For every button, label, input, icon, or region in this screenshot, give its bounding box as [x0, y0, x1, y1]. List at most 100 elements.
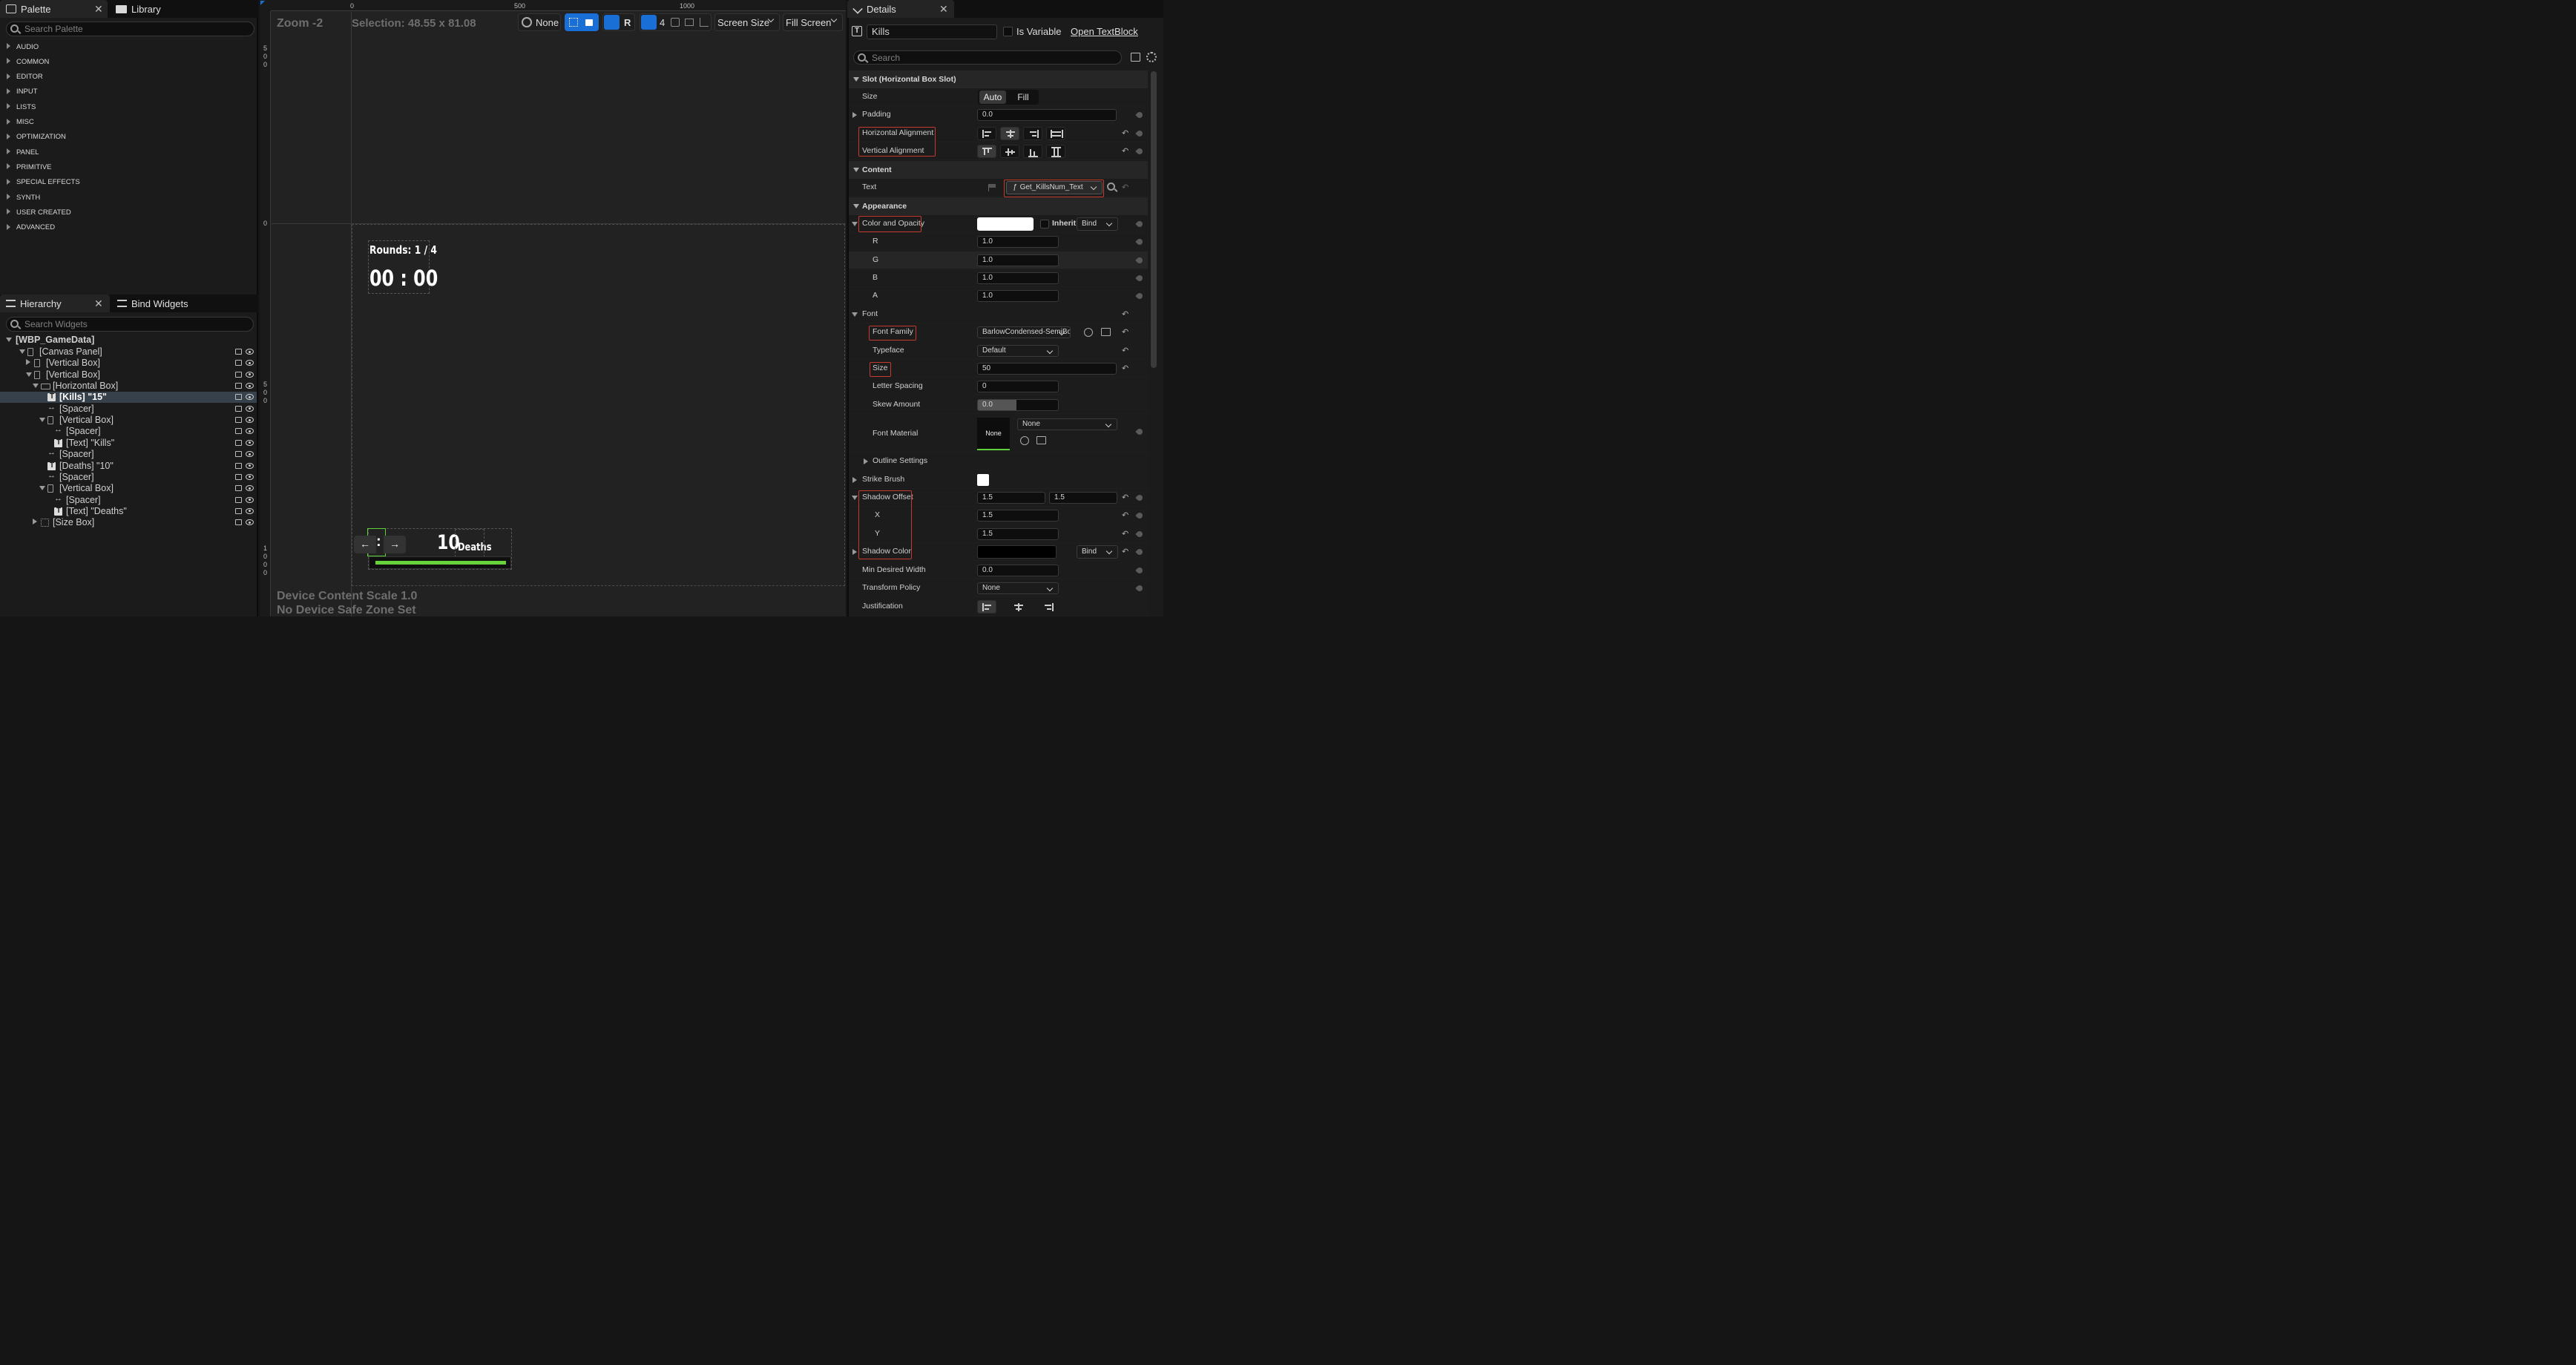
align-top-icon[interactable]: [977, 145, 996, 158]
palette-category-primitive[interactable]: PRIMITIVE: [0, 159, 257, 174]
font-size-input[interactable]: 50: [977, 363, 1117, 375]
palette-category-editor[interactable]: EDITOR: [0, 70, 257, 85]
hierarchy-item[interactable]: ↔ [Spacer]: [0, 494, 257, 506]
eye-icon[interactable]: [246, 417, 254, 424]
shadow-offset-y-input[interactable]: 1.5: [1049, 492, 1117, 504]
designer-viewport[interactable]: 0 500 1000 5 0 0 0 5 0 0 1 0 0 0 Zoom -2…: [260, 0, 846, 616]
reset-arrow-icon[interactable]: ↶: [1122, 493, 1128, 502]
search-icon[interactable]: [1107, 182, 1115, 191]
letter-spacing-input[interactable]: 0: [977, 381, 1059, 392]
lock-icon[interactable]: [235, 349, 242, 355]
expand-arrow-icon[interactable]: [39, 418, 45, 423]
shadow-bind-dropdown[interactable]: Bind: [1077, 545, 1118, 559]
eye-icon[interactable]: [246, 507, 254, 514]
section-appearance[interactable]: Appearance: [849, 197, 1148, 215]
palette-category-input[interactable]: INPUT: [0, 85, 257, 99]
section-slot[interactable]: Slot (Horizontal Box Slot): [849, 70, 1148, 88]
reset-arrow-icon[interactable]: ↶: [1122, 327, 1128, 337]
snap-toggle-group[interactable]: [565, 13, 599, 31]
pin-icon[interactable]: [1135, 427, 1144, 436]
hierarchy-item[interactable]: [Size Box]: [0, 517, 257, 528]
pin-icon[interactable]: [1135, 547, 1144, 556]
eye-icon[interactable]: [246, 360, 254, 366]
skew-amount-slider[interactable]: 0.0: [977, 399, 1059, 411]
widget-name-input[interactable]: Kills: [867, 24, 997, 39]
hierarchy-item[interactable]: [Vertical Box]: [0, 369, 257, 381]
lock-icon[interactable]: [235, 394, 242, 401]
expand-arrow-icon[interactable]: [852, 112, 857, 118]
hierarchy-item[interactable]: [Text] "Deaths": [0, 506, 257, 517]
r-input[interactable]: 1.0: [977, 236, 1059, 248]
font-family-dropdown[interactable]: BarlowCondensed-SemiBold: [977, 326, 1071, 338]
palette-category-synth[interactable]: SYNTH: [0, 190, 257, 205]
palette-category-optimization[interactable]: OPTIMIZATION: [0, 130, 257, 145]
move-left-button[interactable]: ←: [354, 536, 376, 553]
expand-arrow-icon[interactable]: [33, 384, 39, 389]
gear-icon[interactable]: [1146, 52, 1157, 62]
grid-snap-group[interactable]: 4: [640, 13, 712, 31]
eye-icon[interactable]: [246, 371, 254, 378]
lock-icon[interactable]: [235, 451, 242, 458]
font-material-dropdown[interactable]: None: [1017, 418, 1117, 430]
lock-icon[interactable]: [235, 428, 242, 435]
tab-details[interactable]: Details ✕: [847, 0, 954, 18]
lock-icon[interactable]: [235, 405, 242, 412]
lock-icon[interactable]: [235, 417, 242, 424]
shadow-x-input[interactable]: 1.5: [977, 510, 1059, 522]
pin-icon[interactable]: [1135, 274, 1144, 283]
reset-arrow-icon[interactable]: ↶: [1122, 309, 1128, 319]
is-variable-checkbox[interactable]: [1003, 27, 1013, 36]
min-desired-width-input[interactable]: 0.0: [977, 565, 1059, 576]
rounds-timer-widget[interactable]: Rounds: 1 / 4 00 : 00: [368, 240, 438, 294]
expand-arrow-icon[interactable]: [852, 549, 857, 555]
eye-icon[interactable]: [246, 428, 254, 435]
align-left-icon[interactable]: [977, 127, 996, 140]
close-icon[interactable]: ✕: [939, 3, 948, 16]
hierarchy-item[interactable]: ↔ [Spacer]: [0, 471, 257, 483]
pin-icon[interactable]: [1135, 530, 1144, 539]
expand-arrow-icon[interactable]: [852, 312, 858, 317]
reset-arrow-icon[interactable]: ↶: [1122, 346, 1128, 355]
reset-arrow-icon[interactable]: ↶: [1122, 182, 1128, 192]
screen-size-dropdown[interactable]: Screen Size: [714, 13, 780, 31]
palette-category-lists[interactable]: LISTS: [0, 99, 257, 114]
reset-arrow-icon[interactable]: ↶: [1122, 364, 1128, 373]
browse-icon[interactable]: [1084, 328, 1093, 337]
inherit-checkbox[interactable]: [1040, 220, 1049, 228]
hierarchy-item[interactable]: [Canvas Panel]: [0, 346, 257, 358]
move-right-button[interactable]: →: [384, 536, 406, 553]
close-icon[interactable]: ✕: [94, 3, 103, 16]
eye-icon[interactable]: [246, 405, 254, 412]
details-scrollbar[interactable]: [1151, 71, 1157, 368]
folder-search-icon[interactable]: [1101, 328, 1111, 336]
pin-icon[interactable]: [1135, 237, 1144, 246]
lock-icon[interactable]: [235, 507, 242, 514]
hierarchy-item[interactable]: ↔ [Spacer]: [0, 448, 257, 460]
align-vfill-icon[interactable]: [1046, 145, 1065, 158]
palette-category-special-effects[interactable]: SPECIAL EFFECTS: [0, 175, 257, 190]
expand-arrow-icon[interactable]: [39, 486, 45, 491]
table-view-icon[interactable]: [1131, 53, 1140, 62]
color-swatch[interactable]: [977, 217, 1034, 231]
pin-icon[interactable]: [1135, 147, 1144, 156]
palette-category-audio[interactable]: AUDIO: [0, 39, 257, 54]
size-auto-button[interactable]: Auto: [979, 91, 1006, 104]
justify-center-icon[interactable]: [1008, 600, 1028, 614]
pin-icon[interactable]: [1135, 511, 1144, 520]
expand-arrow-icon[interactable]: [26, 372, 32, 377]
palette-category-panel[interactable]: PANEL: [0, 145, 257, 159]
eye-icon[interactable]: [246, 485, 254, 492]
hierarchy-item[interactable]: [Vertical Box]: [0, 358, 257, 369]
pin-icon[interactable]: [1135, 566, 1144, 575]
a-input[interactable]: 1.0: [977, 290, 1059, 302]
tab-palette[interactable]: Palette ✕: [0, 0, 108, 18]
eye-icon[interactable]: [246, 519, 254, 526]
pin-icon[interactable]: [1135, 129, 1144, 138]
palette-category-misc[interactable]: MISC: [0, 115, 257, 130]
hierarchy-search-input[interactable]: Search Widgets: [6, 317, 254, 332]
shadow-y-input[interactable]: 1.5: [977, 528, 1059, 540]
folder-search-icon[interactable]: [1036, 436, 1046, 444]
pin-icon[interactable]: [1135, 220, 1144, 228]
eye-icon[interactable]: [246, 383, 254, 389]
lock-icon[interactable]: [235, 383, 242, 389]
